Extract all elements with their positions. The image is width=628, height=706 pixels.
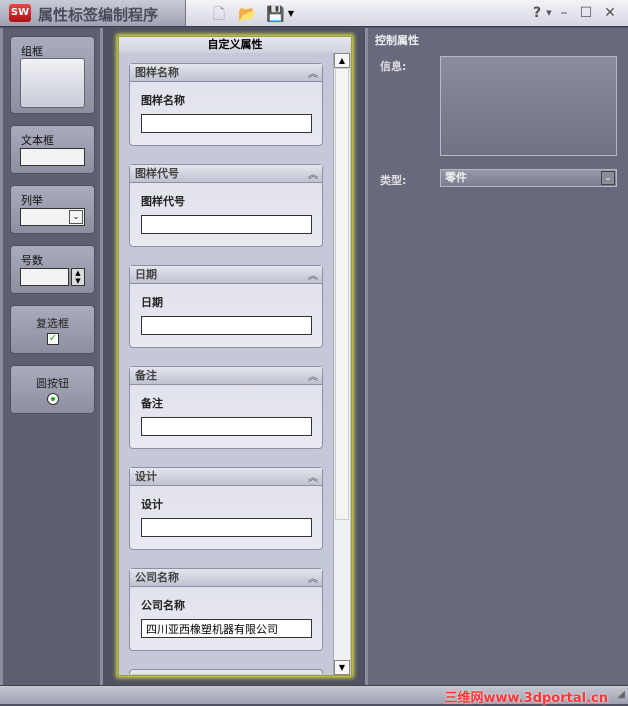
chevron-down-icon: ⌄ bbox=[69, 210, 83, 224]
toolbox-label: 组框 bbox=[21, 45, 43, 58]
collapse-icon[interactable]: ︽ bbox=[308, 65, 318, 80]
field-input[interactable] bbox=[141, 417, 312, 436]
type-label: 类型: bbox=[380, 174, 407, 187]
toolbox-combobox[interactable]: 列举 ⌄ bbox=[10, 185, 95, 234]
app-title: 属性标签编制程序 bbox=[38, 6, 159, 24]
textbox-preview bbox=[20, 148, 85, 166]
type-select[interactable]: 零件 ⌄ bbox=[440, 169, 617, 187]
save-dropdown-icon[interactable]: ▼ bbox=[286, 5, 296, 23]
open-folder-icon[interactable]: 📂 bbox=[238, 5, 257, 23]
field-input[interactable] bbox=[141, 215, 312, 234]
group-box: 日期 ︽ 日期 bbox=[129, 265, 323, 348]
group-box: 公司名称 ︽ 公司名称 bbox=[129, 568, 323, 651]
toolbox-groupbox[interactable]: 组框 bbox=[10, 36, 95, 114]
resize-grip-icon[interactable]: ◢ bbox=[617, 689, 625, 700]
title-bar: SW 属性标签编制程序 🗋 📂 💾 ▼ ? ▼ – ☐ ✕ bbox=[0, 0, 628, 27]
toolbox-label: 复选框 bbox=[36, 317, 69, 330]
toolbox-radio[interactable]: 圆按钮 bbox=[10, 365, 95, 414]
collapse-icon[interactable]: ︽ bbox=[308, 267, 318, 282]
field-input[interactable] bbox=[141, 518, 312, 537]
group-box: 图样代号 ︽ 图样代号 bbox=[129, 164, 323, 247]
sheet-title: 自定义属性 bbox=[119, 37, 351, 53]
group-box: 备注 ︽ 备注 bbox=[129, 366, 323, 449]
chevron-down-icon[interactable]: ⌄ bbox=[601, 171, 615, 185]
title-tab: SW 属性标签编制程序 bbox=[0, 0, 186, 26]
type-value: 零件 bbox=[445, 171, 467, 184]
toolbox-label: 圆按钮 bbox=[36, 377, 69, 390]
toolbox-label: 列举 bbox=[21, 194, 43, 207]
group-box: 图样名称 ︽ 图样名称 bbox=[129, 63, 323, 146]
group-box: 设计 ︽ 设计 bbox=[129, 467, 323, 550]
group-header[interactable]: 设计 bbox=[130, 468, 322, 486]
scroll-down-icon[interactable]: ▼ bbox=[334, 660, 350, 675]
group-header[interactable]: 备注 bbox=[130, 367, 322, 385]
group-header[interactable]: 公司名称 bbox=[130, 569, 322, 587]
close-icon[interactable]: ✕ bbox=[601, 5, 619, 21]
scroll-thumb[interactable] bbox=[335, 68, 349, 520]
field-input[interactable] bbox=[141, 619, 312, 638]
maximize-icon[interactable]: ☐ bbox=[577, 5, 595, 21]
field-input[interactable] bbox=[141, 114, 312, 133]
new-file-icon[interactable]: 🗋 bbox=[210, 5, 228, 23]
field-label: 图样代号 bbox=[141, 195, 185, 208]
groupbox-preview bbox=[20, 58, 85, 108]
collapse-icon[interactable]: ︽ bbox=[308, 368, 318, 383]
control-properties-panel: 控制属性 信息: 类型: 零件 ⌄ bbox=[365, 28, 628, 685]
toolbox-label: 文本框 bbox=[21, 134, 54, 147]
scroll-up-icon[interactable]: ▲ bbox=[334, 53, 350, 68]
scrollbar[interactable]: ▲ ▼ bbox=[333, 53, 350, 675]
combobox-preview: ⌄ bbox=[20, 208, 85, 226]
group-box-partial bbox=[129, 669, 323, 674]
app-logo[interactable]: SW bbox=[9, 4, 31, 22]
group-header[interactable]: 图样代号 bbox=[130, 165, 322, 183]
minimize-icon[interactable]: – bbox=[555, 5, 573, 21]
panel-title: 控制属性 bbox=[375, 34, 419, 47]
toolbox-panel: 组框 文本框 列举 ⌄ 号数 ▲ ▼ 复选框 ✓ 圆按钮 bbox=[0, 28, 103, 685]
field-label: 设计 bbox=[141, 498, 163, 511]
field-label: 日期 bbox=[141, 296, 163, 309]
info-label: 信息: bbox=[380, 60, 407, 73]
spinner-icon: ▲ ▼ bbox=[71, 268, 85, 286]
group-header[interactable]: 日期 bbox=[130, 266, 322, 284]
collapse-icon[interactable]: ︽ bbox=[308, 469, 318, 484]
checkbox-checked-icon: ✓ bbox=[47, 333, 59, 345]
field-label: 备注 bbox=[141, 397, 163, 410]
sheet-content: 图样名称 ︽ 图样名称 图样代号 ︽ 图样代号 日期 ︽ 日期 备注 ︽ 备注 设计 ︽ 设计 公司… bbox=[119, 53, 333, 675]
radio-selected-icon bbox=[47, 393, 59, 405]
watermark: 三维网www.3dportal.cn bbox=[444, 691, 608, 706]
toolbox-checkbox[interactable]: 复选框 ✓ bbox=[10, 305, 95, 354]
toolbox-numberbox[interactable]: 号数 ▲ ▼ bbox=[10, 245, 95, 294]
field-label: 图样名称 bbox=[141, 94, 185, 107]
collapse-icon[interactable]: ︽ bbox=[308, 570, 318, 585]
numberbox-preview bbox=[20, 268, 69, 286]
collapse-icon[interactable]: ︽ bbox=[308, 166, 318, 181]
group-header[interactable]: 图样名称 bbox=[130, 64, 322, 82]
field-label: 公司名称 bbox=[141, 599, 185, 612]
save-icon[interactable]: 💾 bbox=[266, 5, 285, 23]
property-sheet: 自定义属性 图样名称 ︽ 图样名称 图样代号 ︽ 图样代号 日期 ︽ 日期 备注 ︽ 备注 设计… bbox=[118, 36, 352, 676]
toolbox-textbox[interactable]: 文本框 bbox=[10, 125, 95, 174]
status-bar: 三维网www.3dportal.cn ◢ bbox=[0, 685, 628, 706]
toolbox-label: 号数 bbox=[21, 254, 43, 267]
field-input[interactable] bbox=[141, 316, 312, 335]
info-textarea[interactable] bbox=[440, 56, 617, 156]
